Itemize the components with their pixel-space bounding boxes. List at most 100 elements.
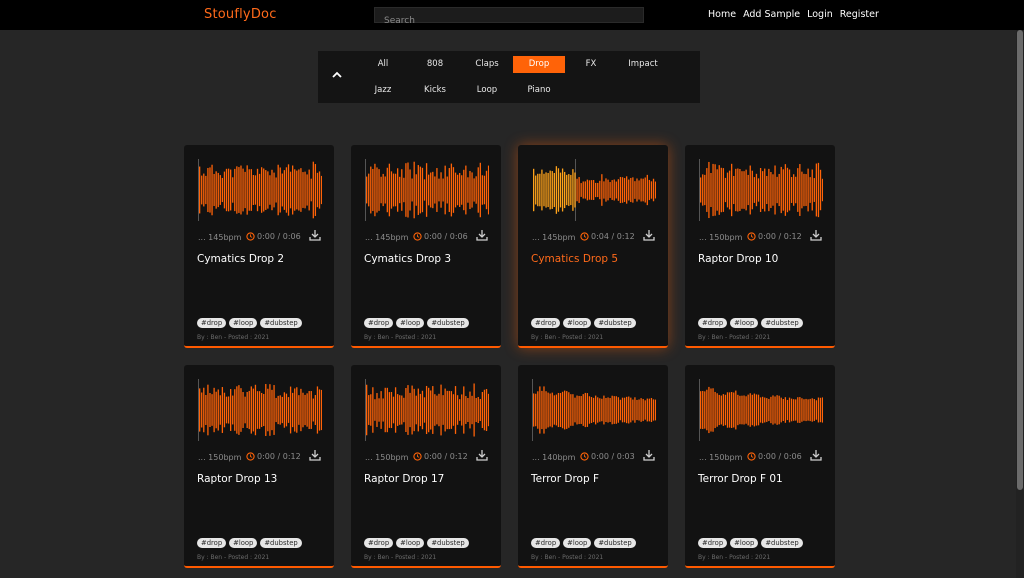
sample-title[interactable]: Raptor Drop 10 — [698, 253, 778, 265]
scrollbar-thumb[interactable] — [1017, 30, 1023, 490]
filter-chip-claps[interactable]: Claps — [461, 56, 513, 73]
filter-chip-kicks[interactable]: Kicks — [409, 82, 461, 99]
nav-register-link[interactable]: Register — [840, 9, 879, 20]
waveform-bar — [797, 397, 799, 423]
sample-title[interactable]: Raptor Drop 13 — [197, 473, 277, 485]
tag-chip[interactable]: #dubstep — [427, 318, 469, 328]
search-box[interactable] — [374, 7, 644, 28]
waveform-bar — [553, 172, 555, 208]
sample-card[interactable]: ... 140bpm 0:00 / 0:03 Terror Drop F #drop #… — [518, 365, 668, 568]
waveform-bar — [405, 387, 407, 433]
sample-card[interactable]: ... 145bpm 0:00 / 0:06 Cymatics Drop 2 #dro… — [184, 145, 334, 348]
waveform-bar — [456, 395, 459, 425]
waveform-bar — [446, 176, 448, 204]
tag-chip[interactable]: #drop — [364, 538, 394, 548]
waveform-bar — [636, 178, 638, 202]
waveform[interactable] — [198, 379, 322, 441]
waveform-bar — [578, 395, 580, 425]
waveform[interactable] — [365, 379, 489, 441]
sample-card[interactable]: ... 145bpm 0:00 / 0:06 Cymatics Drop 3 #dro… — [351, 145, 501, 348]
filter-chip-jazz[interactable]: Jazz — [357, 82, 409, 99]
waveform-bar — [316, 172, 319, 208]
sample-title[interactable]: Cymatics Drop 3 — [364, 253, 451, 265]
waveform[interactable] — [365, 159, 489, 221]
tag-chip[interactable]: #dubstep — [260, 318, 302, 328]
download-icon[interactable] — [475, 448, 489, 462]
brand-logo[interactable]: StouflyDoc — [204, 7, 277, 22]
sample-card[interactable]: ... 150bpm 0:00 / 0:12 Raptor Drop 13 #drop… — [184, 365, 334, 568]
sample-title[interactable]: Raptor Drop 17 — [364, 473, 444, 485]
sample-title[interactable]: Cymatics Drop 2 — [197, 253, 284, 265]
sample-card[interactable]: ... 150bpm 0:00 / 0:06 Terror Drop F 01 #dr… — [685, 365, 835, 568]
tag-chip[interactable]: #drop — [197, 538, 227, 548]
waveform-bar — [615, 396, 617, 424]
waveform[interactable] — [198, 159, 322, 221]
tag-chip[interactable]: #drop — [531, 318, 561, 328]
waveform-bar — [770, 171, 772, 209]
tag-chip[interactable]: #drop — [698, 538, 728, 548]
tag-chip[interactable]: #loop — [730, 318, 759, 328]
tag-chip[interactable]: #dubstep — [260, 538, 302, 548]
waveform-bar — [252, 388, 255, 432]
tag-chip[interactable]: #loop — [229, 318, 258, 328]
filter-chip-fx[interactable]: FX — [565, 56, 617, 73]
download-icon[interactable] — [475, 228, 489, 242]
tag-chip[interactable]: #drop — [197, 318, 227, 328]
download-icon[interactable] — [809, 448, 823, 462]
filter-chip-piano[interactable]: Piano — [513, 82, 565, 99]
tag-chip[interactable]: #dubstep — [427, 538, 469, 548]
waveform[interactable] — [699, 159, 823, 221]
tag-chip[interactable]: #loop — [563, 538, 592, 548]
tag-chip[interactable]: #dubstep — [761, 538, 803, 548]
waveform-bar — [215, 171, 217, 209]
tag-chip[interactable]: #loop — [396, 318, 425, 328]
download-icon[interactable] — [642, 228, 656, 242]
download-icon[interactable] — [809, 228, 823, 242]
tag-chip[interactable]: #loop — [730, 538, 759, 548]
waveform-bar — [766, 175, 768, 205]
waveform[interactable] — [699, 379, 823, 441]
waveform-bar — [628, 396, 630, 424]
author-byline: By : Ben - Posted : 2021 — [698, 554, 771, 561]
sample-card[interactable]: ... 150bpm 0:00 / 0:12 Raptor Drop 17 #drop… — [351, 365, 501, 568]
nav-home-link[interactable]: Home — [708, 9, 736, 20]
waveform[interactable] — [532, 159, 656, 221]
nav-add-sample-link[interactable]: Add Sample — [743, 9, 800, 20]
tag-chip[interactable]: #dubstep — [761, 318, 803, 328]
tag-chip[interactable]: #dubstep — [594, 538, 636, 548]
sample-title[interactable]: Terror Drop F 01 — [698, 473, 783, 485]
sample-meta: ... 145bpm 0:00 / 0:06 — [198, 230, 324, 247]
waveform-bar — [384, 387, 386, 433]
waveform-bar — [537, 391, 539, 429]
waveform-bar — [479, 398, 481, 422]
sample-title[interactable]: Cymatics Drop 5 — [531, 253, 618, 265]
waveform-bar — [636, 399, 638, 421]
tag-chip[interactable]: #loop — [229, 538, 258, 548]
filter-chip-808[interactable]: 808 — [409, 56, 461, 73]
tag-chip[interactable]: #loop — [396, 538, 425, 548]
waveform-bar — [211, 394, 213, 426]
waveform-bar — [588, 396, 591, 424]
tag-chip[interactable]: #dubstep — [594, 318, 636, 328]
filter-chip-all[interactable]: All — [357, 56, 409, 73]
filter-chip-loop[interactable]: Loop — [461, 82, 513, 99]
tag-chip[interactable]: #drop — [531, 538, 561, 548]
tag-chip[interactable]: #drop — [698, 318, 728, 328]
tag-chip[interactable]: #drop — [364, 318, 394, 328]
waveform-bar — [533, 393, 535, 427]
filter-chip-impact[interactable]: Impact — [617, 56, 669, 73]
tag-chip[interactable]: #loop — [563, 318, 592, 328]
chevron-up-icon[interactable] — [330, 68, 344, 82]
waveform[interactable] — [532, 379, 656, 441]
download-icon[interactable] — [308, 448, 322, 462]
sample-card[interactable]: ... 150bpm 0:00 / 0:12 Raptor Drop 10 #drop… — [685, 145, 835, 348]
waveform-bar — [714, 164, 716, 216]
download-icon[interactable] — [308, 228, 322, 242]
sample-title[interactable]: Terror Drop F — [531, 473, 599, 485]
waveform-bar — [283, 392, 286, 428]
filter-chip-drop[interactable]: Drop — [513, 56, 565, 73]
nav-login-link[interactable]: Login — [807, 9, 833, 20]
sample-card[interactable]: ... 145bpm 0:04 / 0:12 Cymatics Drop 5 #dro… — [518, 145, 668, 348]
download-icon[interactable] — [642, 448, 656, 462]
search-input[interactable] — [375, 14, 643, 28]
